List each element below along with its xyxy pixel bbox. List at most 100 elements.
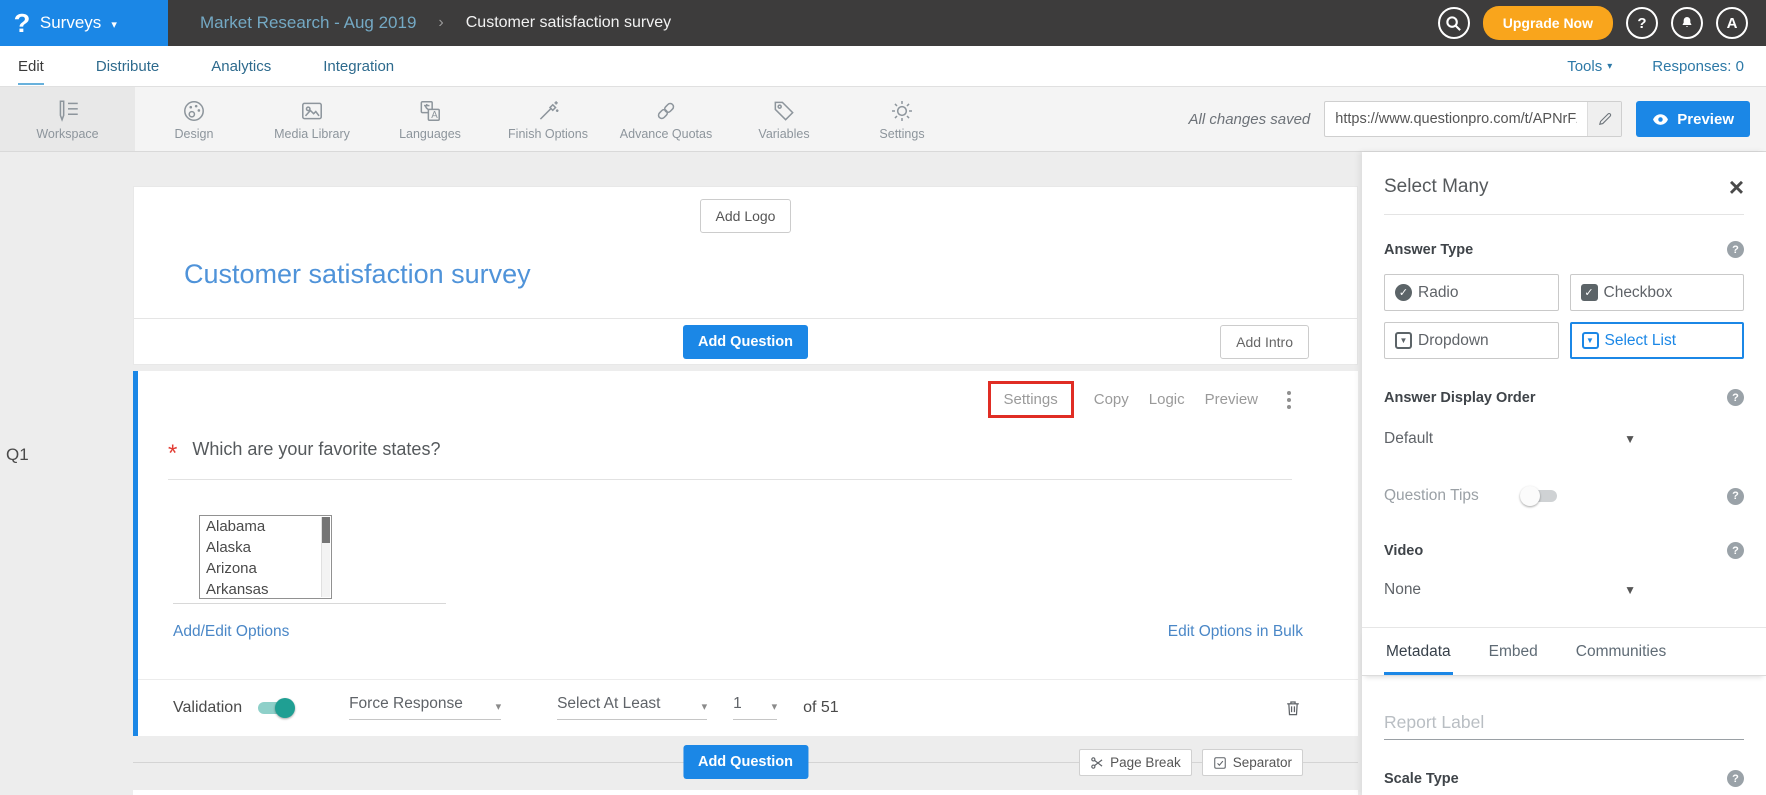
product-menu[interactable]: ? Surveys ▾ — [0, 0, 168, 46]
scrollbar-thumb[interactable] — [322, 517, 330, 543]
breadcrumb-separator-icon: › — [438, 14, 443, 32]
add-logo-button[interactable]: Add Logo — [700, 199, 792, 233]
question-tips-toggle[interactable] — [1522, 486, 1559, 506]
toolbar-item-variables[interactable]: Variables — [725, 87, 843, 151]
question-menu: Settings Copy Logic Preview — [988, 381, 1296, 418]
edit-options-in-bulk-link[interactable]: Edit Options in Bulk — [1168, 623, 1303, 641]
question-copy-menu-item[interactable]: Copy — [1094, 391, 1129, 408]
tab-integration[interactable]: Integration — [323, 48, 394, 85]
add-question-button-top[interactable]: Add Question — [683, 325, 808, 359]
survey-title[interactable]: Customer satisfaction survey — [134, 233, 1357, 318]
avatar[interactable]: A — [1716, 7, 1748, 39]
answer-type-radio[interactable]: ✓ Radio — [1384, 274, 1559, 311]
delete-question-button[interactable] — [1283, 698, 1303, 718]
question-preview-menu-item[interactable]: Preview — [1205, 391, 1258, 408]
question-number-label: Q1 — [6, 445, 29, 465]
validation-row: Validation Force Response ▾ Select At Le… — [173, 679, 1303, 736]
question-card: Settings Copy Logic Preview * Which are … — [133, 371, 1358, 736]
report-label-input[interactable] — [1384, 706, 1744, 740]
survey-url-box — [1324, 101, 1622, 137]
answer-display-order-dropdown[interactable]: Default ▼ — [1384, 430, 1636, 448]
add-edit-options-link[interactable]: Add/Edit Options — [173, 623, 289, 641]
list-option[interactable]: Arizona — [200, 558, 331, 579]
chain-link-icon — [653, 98, 679, 124]
list-option[interactable]: Alabama — [200, 516, 331, 537]
validation-toggle[interactable] — [256, 698, 293, 718]
scissors-icon — [1090, 756, 1104, 770]
close-icon[interactable]: × — [1729, 177, 1744, 198]
divider — [1384, 214, 1744, 215]
answer-type-label: Select List — [1605, 332, 1677, 350]
video-label: Video — [1384, 543, 1423, 559]
toolbar-item-media-library[interactable]: Media Library — [253, 87, 371, 151]
notifications-button[interactable] — [1671, 7, 1703, 39]
toolbar-label: Variables — [758, 127, 809, 141]
upgrade-now-button[interactable]: Upgrade Now — [1483, 6, 1613, 40]
kebab-menu-icon[interactable] — [1282, 388, 1296, 412]
breadcrumb-folder[interactable]: Market Research - Aug 2019 — [200, 13, 416, 33]
answer-type-select-list[interactable]: ▼ Select List — [1570, 322, 1745, 359]
panel-tabs-bar: Metadata Embed Communities — [1362, 628, 1766, 676]
toolbar-item-workspace[interactable]: Workspace — [0, 87, 135, 151]
add-question-button-bottom[interactable]: Add Question — [683, 745, 808, 779]
responses-count[interactable]: Responses: 0 — [1652, 58, 1744, 75]
toolbar-label: Settings — [879, 127, 924, 141]
toolbar-item-advance-quotas[interactable]: Advance Quotas — [607, 87, 725, 151]
toolbar-item-design[interactable]: Design — [135, 87, 253, 151]
list-option[interactable]: Alaska — [200, 537, 331, 558]
force-response-value: Force Response — [349, 695, 463, 713]
answer-type-dropdown[interactable]: ▼ Dropdown — [1384, 322, 1559, 359]
page-break-button[interactable]: Page Break — [1079, 749, 1192, 776]
answer-type-checkbox[interactable]: ✓ Checkbox — [1570, 274, 1745, 311]
tools-menu[interactable]: Tools▾ — [1567, 58, 1612, 75]
help-icon[interactable]: ? — [1727, 389, 1744, 406]
validation-criteria-dropdown[interactable]: Select At Least ▾ — [557, 695, 707, 720]
question-logic-menu-item[interactable]: Logic — [1149, 391, 1185, 408]
answer-type-label: Answer Type — [1384, 242, 1473, 258]
caret-down-icon: ▾ — [111, 18, 117, 31]
preview-button[interactable]: Preview — [1636, 101, 1750, 137]
criteria-value: Select At Least — [557, 695, 660, 713]
toolbar-item-finish-options[interactable]: Finish Options — [489, 87, 607, 151]
listbox-scrollbar[interactable] — [321, 517, 330, 597]
caret-down-icon: ▼ — [1624, 583, 1636, 597]
separator-button[interactable]: Separator — [1202, 749, 1303, 776]
help-icon[interactable]: ? — [1727, 770, 1744, 787]
answer-select-list[interactable]: Alabama Alaska Arizona Arkansas — [199, 515, 332, 599]
answer-type-label: Radio — [1418, 284, 1459, 302]
add-intro-button[interactable]: Add Intro — [1220, 325, 1309, 359]
question-settings-menu-item[interactable]: Settings — [988, 381, 1074, 418]
tab-communities[interactable]: Communities — [1574, 628, 1668, 675]
breadcrumb-survey-title: Customer satisfaction survey — [466, 14, 671, 32]
survey-editor: Q1 Add Logo Customer satisfaction survey… — [0, 152, 1362, 795]
toolbar-label: Design — [175, 127, 214, 141]
caret-down-icon: ▾ — [702, 700, 708, 713]
toolbar-label: Finish Options — [508, 127, 588, 141]
edit-url-button[interactable] — [1587, 101, 1621, 137]
help-button[interactable]: ? — [1626, 7, 1658, 39]
tab-distribute[interactable]: Distribute — [96, 48, 159, 85]
product-menu-label: Surveys — [40, 13, 101, 33]
tab-embed[interactable]: Embed — [1487, 628, 1540, 675]
validation-count-dropdown[interactable]: 1 ▾ — [733, 695, 777, 720]
tab-analytics[interactable]: Analytics — [211, 48, 271, 85]
question-text[interactable]: Which are your favorite states? — [192, 439, 440, 460]
toolbar-item-settings[interactable]: Settings — [843, 87, 961, 151]
survey-url-input[interactable] — [1325, 111, 1587, 127]
survey-nav: Edit Distribute Analytics Integration To… — [0, 46, 1766, 87]
help-icon[interactable]: ? — [1727, 542, 1744, 559]
translate-icon: A — [417, 98, 443, 124]
search-button[interactable] — [1438, 7, 1470, 39]
help-icon[interactable]: ? — [1727, 241, 1744, 258]
list-option[interactable]: Arkansas — [200, 579, 331, 599]
answer-type-grid: ✓ Radio ✓ Checkbox ▼ Dropdown ▼ Select L… — [1384, 274, 1744, 359]
palette-icon — [181, 98, 207, 124]
toolbar-item-languages[interactable]: A Languages — [371, 87, 489, 151]
tools-label: Tools — [1567, 58, 1602, 75]
help-icon[interactable]: ? — [1727, 488, 1744, 505]
tab-edit[interactable]: Edit — [18, 48, 44, 85]
breadcrumb: Market Research - Aug 2019 › Customer sa… — [200, 13, 671, 33]
video-dropdown[interactable]: None ▼ — [1384, 581, 1636, 599]
force-response-dropdown[interactable]: Force Response ▾ — [349, 695, 501, 720]
tab-metadata[interactable]: Metadata — [1384, 628, 1453, 675]
